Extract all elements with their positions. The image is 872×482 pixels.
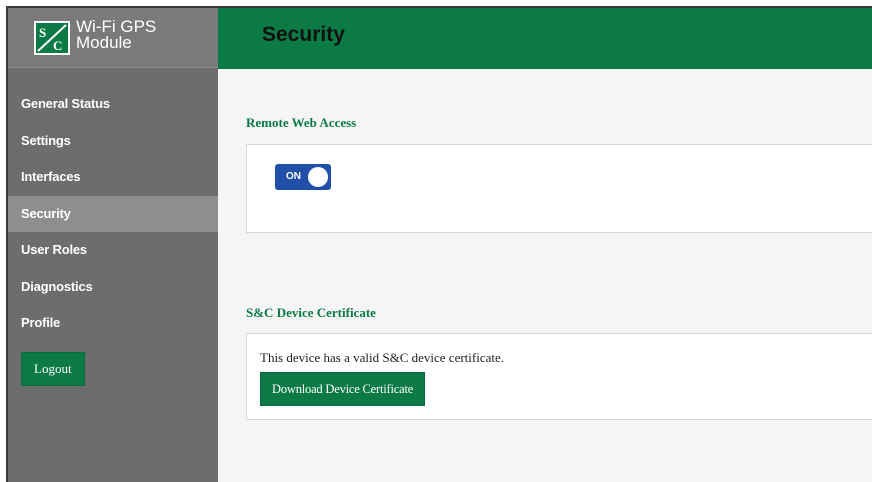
logout-button[interactable]: Logout (21, 351, 85, 386)
page-header: Security (218, 8, 872, 69)
sidebar-item-general-status[interactable]: General Status (8, 86, 218, 123)
remote-access-panel: ON (246, 144, 872, 233)
sc-logo-icon: S C (34, 20, 70, 55)
main-content: Remote Web Access ON S&C Device Certific… (218, 69, 872, 482)
sidebar-item-user-roles[interactable]: User Roles (8, 232, 218, 269)
sidebar-item-settings[interactable]: Settings (8, 123, 218, 160)
app-title: Wi-Fi GPS Module (76, 18, 156, 52)
remote-access-toggle[interactable]: ON (275, 164, 331, 190)
app-title-line2: Module (76, 32, 132, 52)
svg-text:C: C (53, 38, 62, 53)
page-title: Security (262, 23, 345, 46)
sidebar-nav: General Status Settings Interfaces Secur… (8, 86, 218, 342)
toggle-label: ON (286, 171, 301, 182)
sidebar-item-security[interactable]: Security (8, 195, 218, 232)
toggle-knob (308, 167, 328, 187)
certificate-panel: This device has a valid S&C device certi… (246, 333, 872, 420)
brand-header: S C Wi-Fi GPS Module (8, 8, 218, 68)
sidebar: S C Wi-Fi GPS Module General Status Sett… (8, 8, 218, 482)
sidebar-item-interfaces[interactable]: Interfaces (8, 159, 218, 196)
sidebar-item-profile[interactable]: Profile (8, 305, 218, 342)
app-frame: S C Wi-Fi GPS Module General Status Sett… (6, 6, 872, 482)
certificate-title: S&C Device Certificate (246, 305, 376, 320)
svg-text:S: S (39, 25, 46, 40)
certificate-status-text: This device has a valid S&C device certi… (260, 350, 505, 365)
sidebar-item-diagnostics[interactable]: Diagnostics (8, 269, 218, 306)
remote-access-title: Remote Web Access (246, 115, 357, 130)
download-certificate-button[interactable]: Download Device Certificate (260, 372, 426, 406)
